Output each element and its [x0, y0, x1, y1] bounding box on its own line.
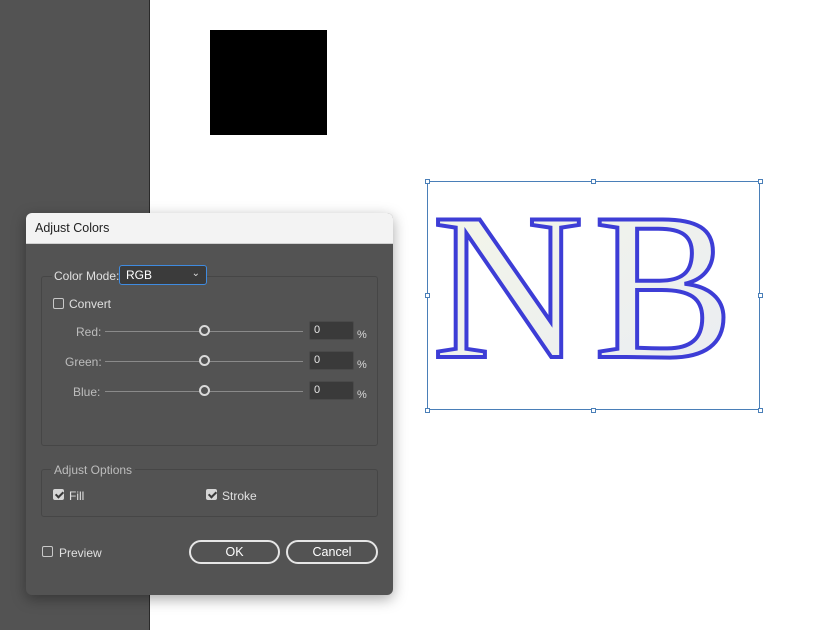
- resize-handle-bottom-left[interactable]: [425, 408, 430, 413]
- dialog-title: Adjust Colors: [26, 213, 393, 244]
- green-value-input[interactable]: 0: [309, 351, 354, 370]
- convert-checkbox[interactable]: [53, 298, 64, 309]
- resize-handle-top[interactable]: [591, 179, 596, 184]
- ok-button[interactable]: OK: [189, 540, 280, 564]
- resize-handle-bottom-right[interactable]: [758, 408, 763, 413]
- color-mode-select[interactable]: RGB ⌄: [119, 265, 207, 285]
- stroke-checkbox[interactable]: [206, 489, 217, 500]
- resize-handle-right[interactable]: [758, 293, 763, 298]
- blue-percent-unit: %: [357, 389, 367, 401]
- resize-handle-top-left[interactable]: [425, 179, 430, 184]
- preview-checkbox[interactable]: [42, 546, 53, 557]
- preview-label: Preview: [59, 546, 102, 560]
- fill-label: Fill: [69, 489, 85, 503]
- resize-handle-top-right[interactable]: [758, 179, 763, 184]
- red-value-input[interactable]: 0: [309, 321, 354, 340]
- convert-label: Convert: [69, 297, 112, 311]
- chevron-down-icon: ⌄: [191, 268, 200, 279]
- cancel-button[interactable]: Cancel: [286, 540, 378, 564]
- blue-label: Blue:: [73, 385, 101, 399]
- blue-value-input[interactable]: 0: [309, 381, 354, 400]
- red-slider-thumb[interactable]: [199, 325, 210, 336]
- stroke-label: Stroke: [222, 489, 257, 503]
- adjust-colors-dialog: Adjust Colors Color Mode: RGB ⌄ Convert …: [26, 213, 393, 595]
- red-percent-unit: %: [357, 329, 367, 341]
- color-mode-value: RGB: [126, 268, 153, 282]
- green-slider-thumb[interactable]: [199, 355, 210, 366]
- resize-handle-left[interactable]: [425, 293, 430, 298]
- red-label: Red:: [76, 325, 102, 339]
- color-mode-label: Color Mode:: [52, 269, 122, 283]
- blue-slider-thumb[interactable]: [199, 385, 210, 396]
- green-percent-unit: %: [357, 359, 367, 371]
- green-label: Green:: [65, 355, 102, 369]
- resize-handle-bottom[interactable]: [591, 408, 596, 413]
- black-square-object[interactable]: [210, 30, 327, 135]
- selection-bounding-box: [427, 181, 760, 410]
- fill-checkbox[interactable]: [53, 489, 64, 500]
- adjust-options-title: Adjust Options: [51, 463, 136, 477]
